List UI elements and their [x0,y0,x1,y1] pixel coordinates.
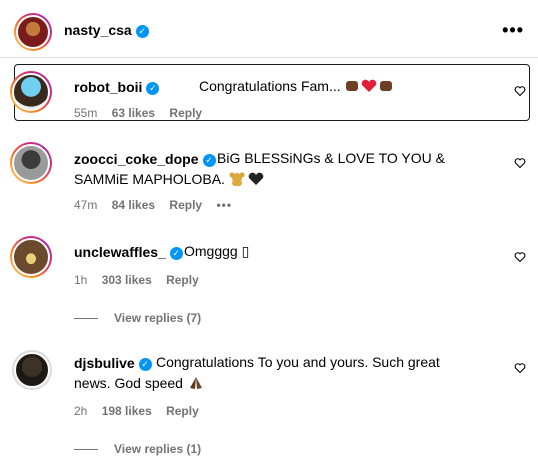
comment-meta: 2h 198 likes Reply [74,404,210,418]
likes-count[interactable]: 63 likes [112,106,155,120]
verified-badge-icon: ✓ [135,25,149,38]
like-heart-icon[interactable] [514,251,526,263]
replies-divider [74,318,98,320]
comment-text: BiG BLESSiNGs & LOVE TO YOU & [217,150,445,166]
avatar[interactable] [14,13,52,51]
avatar[interactable] [12,350,52,390]
folded-hands-emoji-icon [189,377,202,389]
view-replies-button[interactable]: View replies (1) [74,442,201,456]
reply-button[interactable]: Reply [169,198,202,212]
reply-button[interactable]: Reply [166,404,199,418]
reply-button[interactable]: Reply [166,273,199,287]
comment-text-continued: SAMMiE MAPHOLOBA. [74,169,265,190]
like-heart-icon[interactable] [514,157,526,169]
reply-button[interactable]: Reply [169,106,202,120]
comment-text-continued: news. God speed [74,373,205,394]
more-options-icon[interactable]: ••• [502,20,524,41]
view-replies-button[interactable]: View replies (7) [74,311,201,325]
comment-meta: 1h 303 likes Reply [74,273,210,287]
avatar[interactable] [10,236,52,278]
replies-divider [74,449,98,451]
comment-text: Omgggg ▯ [184,243,250,259]
likes-count[interactable]: 303 likes [102,273,152,287]
comment-time: 2h [74,404,88,418]
comment-username[interactable]: zoocci_coke_dope ✓ [74,151,216,167]
post-header: nasty_csa ✓ ••• [0,0,538,58]
like-heart-icon[interactable] [514,362,526,374]
comment-text: Congratulations Fam... [199,76,393,97]
comment-username[interactable]: djsbulive ✓ [74,355,152,371]
comment-meta: 47m 84 likes Reply ••• [74,198,243,212]
comment-time: 1h [74,273,88,287]
avatar[interactable] [10,71,52,113]
post-author-username[interactable]: nasty_csa ✓ [64,22,149,38]
like-heart-icon[interactable] [514,85,526,97]
comment-time: 55m [74,106,98,120]
avatar[interactable] [10,142,52,184]
likes-count[interactable]: 84 likes [112,198,155,212]
fist-heart-fist-emoji-icon [345,79,392,92]
teddy-bear-black-heart-emoji-icon [229,172,264,186]
comment-meta: 55m 63 likes Reply [74,106,213,120]
likes-count[interactable]: 198 likes [102,404,152,418]
verified-badge-icon: ✓ [138,358,152,371]
comment-text: Congratulations To you and yours. Such g… [156,354,440,370]
comment-username[interactable]: robot_boii ✓ [74,79,160,95]
verified-badge-icon: ✓ [146,82,160,95]
comment-options-icon[interactable]: ••• [216,198,232,212]
comment-username[interactable]: unclewaffles_ ✓ [74,244,183,260]
comment-time: 47m [74,198,98,212]
verified-badge-icon: ✓ [169,247,183,260]
verified-badge-icon: ✓ [202,154,216,167]
